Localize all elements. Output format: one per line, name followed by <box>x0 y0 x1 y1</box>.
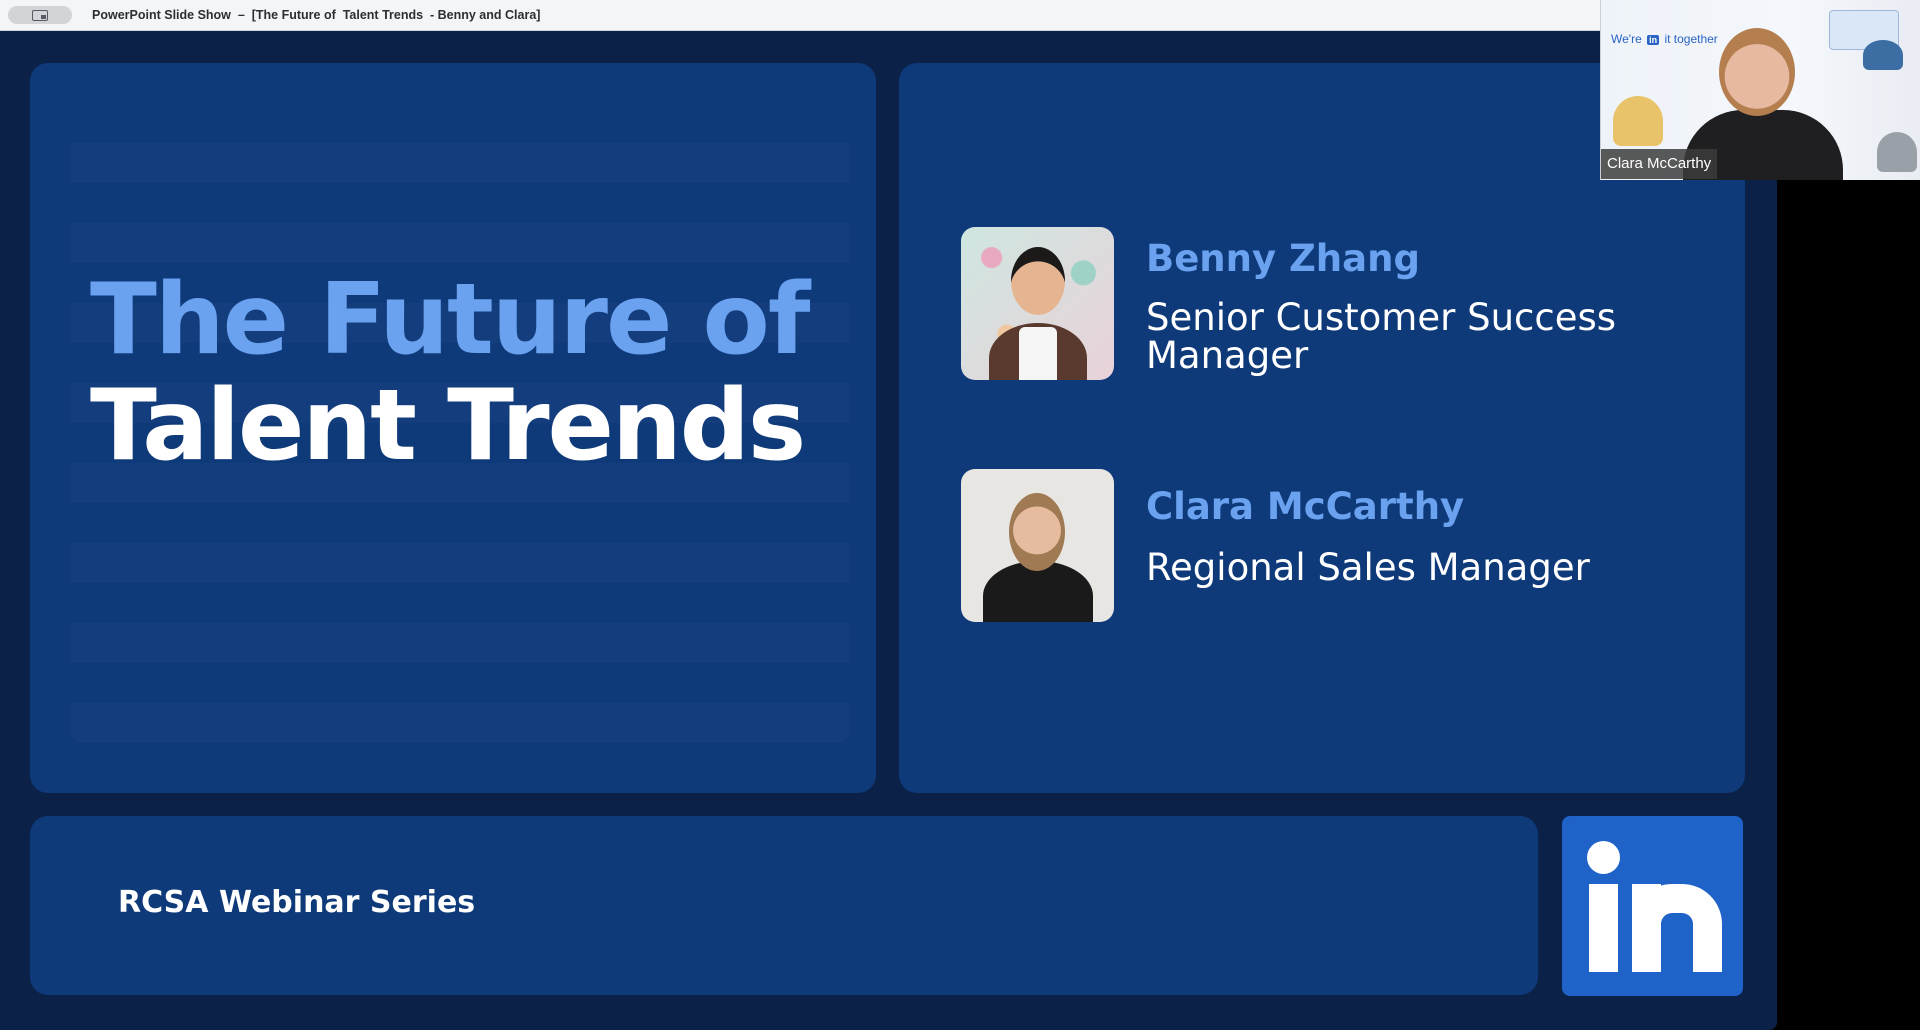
logo-n <box>1632 884 1722 972</box>
banner-text-pre: We're <box>1611 32 1642 46</box>
speaker-card-clara: Clara McCarthy Regional Sales Manager <box>961 469 1721 625</box>
avatar-shirt <box>1019 327 1057 380</box>
window-switch-icon <box>32 9 48 21</box>
slide-title-line-1: The Future of <box>90 263 811 377</box>
avatar <box>961 469 1114 622</box>
banner-in-badge: in <box>1647 35 1660 45</box>
speaker-name: Benny Zhang <box>1146 237 1420 280</box>
linkedin-logo-icon <box>1562 816 1743 996</box>
participant-video-tile[interactable]: We're in it together Clara McCarthy <box>1600 0 1920 180</box>
screen-margin <box>1777 180 1920 1030</box>
participant-head <box>1719 28 1795 116</box>
webinar-series-label: RCSA Webinar Series <box>118 885 476 920</box>
footer-panel: RCSA Webinar Series <box>30 816 1538 995</box>
window-switch-button[interactable] <box>8 6 72 24</box>
video-background-banner: We're in it together <box>1611 32 1718 46</box>
slide-title-line-2: Talent Trends <box>90 369 806 483</box>
logo-dot <box>1587 841 1620 874</box>
speaker-role: Senior Customer Success Manager <box>1146 296 1617 377</box>
title-panel: The Future of Talent Trends <box>30 63 876 793</box>
background-illustration <box>1863 40 1903 70</box>
speaker-card-benny: Benny Zhang Senior Customer Success Mana… <box>961 227 1721 383</box>
slide-stage[interactable]: The Future of Talent Trends Benny Zhang … <box>0 31 1777 1030</box>
speaker-role: Regional Sales Manager <box>1146 546 1590 589</box>
window-title: PowerPoint Slide Show – [The Future of T… <box>92 8 541 22</box>
background-illustration <box>1877 132 1917 172</box>
background-illustration <box>1613 96 1663 146</box>
avatar <box>961 227 1114 380</box>
logo-stem <box>1589 884 1618 972</box>
avatar-head <box>1011 247 1065 315</box>
banner-text-post: it together <box>1664 32 1718 46</box>
participant-name-label: Clara McCarthy <box>1601 149 1718 179</box>
avatar-head <box>1009 493 1065 571</box>
speaker-name: Clara McCarthy <box>1146 485 1465 528</box>
